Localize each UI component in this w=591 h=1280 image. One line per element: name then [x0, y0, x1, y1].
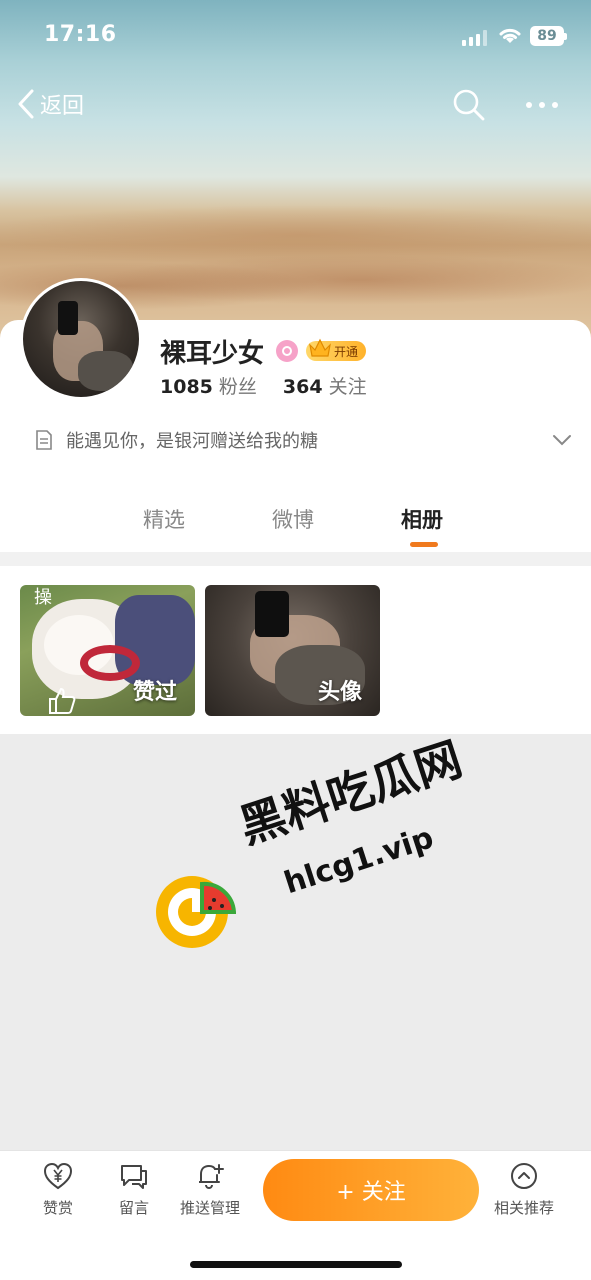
document-icon	[36, 430, 52, 450]
bio-text: 能遇见你，是银河赠送给我的糖	[66, 431, 318, 452]
profile-tabs: 精选 微博 相册	[0, 496, 591, 552]
related-recommend-button[interactable]: 相关推荐	[484, 1161, 564, 1218]
back-button[interactable]: 返回	[16, 84, 84, 124]
heart-yen-icon	[43, 1162, 73, 1190]
search-icon[interactable]	[452, 88, 486, 122]
album-tile-liked[interactable]: 操 赞过	[20, 585, 195, 716]
wifi-icon	[499, 28, 521, 43]
watermelon-logo-icon	[156, 876, 236, 948]
avatar[interactable]	[20, 278, 142, 400]
reward-button[interactable]: 赞赏	[18, 1161, 98, 1218]
follow-label: + 关注	[336, 1180, 406, 1205]
push-settings-button[interactable]: 推送管理	[170, 1161, 250, 1218]
vip-label: 开通	[334, 344, 359, 359]
more-icon[interactable]	[522, 88, 562, 122]
crown-icon	[309, 338, 331, 357]
nav-bar: 返回	[0, 80, 591, 130]
home-indicator	[190, 1261, 402, 1268]
following-label[interactable]: 关注	[329, 372, 367, 399]
profile-stats: 1085 粉丝 364 关注	[160, 372, 367, 399]
message-button[interactable]: 留言	[94, 1161, 174, 1218]
chevron-left-icon	[18, 89, 34, 119]
album-tile-label: 头像	[317, 680, 362, 705]
bell-plus-icon	[199, 1164, 224, 1190]
album-tile-avatar[interactable]: 头像	[205, 585, 380, 716]
watermark: 黑料吃瓜网 hlcg1.vip	[152, 731, 468, 960]
follow-button[interactable]: + 关注	[263, 1159, 479, 1221]
thumbs-up-icon	[49, 687, 76, 714]
tile-corner-text: 操	[34, 587, 52, 608]
following-count[interactable]: 364	[283, 376, 323, 398]
signal-icon	[462, 30, 488, 46]
tab-weibo[interactable]: 微博	[272, 504, 314, 534]
push-settings-label: 推送管理	[179, 1199, 240, 1217]
album-grid: 操 赞过 头像	[0, 566, 591, 734]
chat-bubble-icon	[121, 1165, 147, 1189]
battery-indicator: 89	[530, 26, 567, 46]
tab-indicator	[410, 542, 438, 547]
profile-name: 裸耳少女	[160, 338, 265, 369]
verified-badge-icon[interactable]	[276, 340, 299, 362]
chevron-down-icon[interactable]	[550, 428, 574, 452]
status-bar: 17:16 89	[0, 0, 591, 70]
status-time: 17:16	[44, 22, 117, 47]
section-divider	[0, 552, 591, 566]
album-tile-label: 赞过	[132, 680, 177, 705]
vip-badge[interactable]: 开通	[306, 338, 367, 361]
followers-count[interactable]: 1085	[160, 376, 213, 398]
chevron-up-circle-icon	[511, 1163, 537, 1189]
related-recommend-label: 相关推荐	[493, 1199, 554, 1217]
bio-row[interactable]: 能遇见你，是银河赠送给我的糖	[34, 426, 574, 454]
reward-label: 赞赏	[42, 1199, 73, 1217]
bottom-action-bar: 赞赏 留言 推送管理 + 关注 相关推荐	[0, 1150, 591, 1280]
message-label: 留言	[118, 1199, 149, 1217]
watermark-title: 黑料吃瓜网	[232, 731, 469, 854]
tab-featured[interactable]: 精选	[143, 504, 185, 534]
back-label: 返回	[40, 94, 85, 119]
followers-label[interactable]: 粉丝	[219, 372, 257, 399]
profile-name-row: 裸耳少女 开通	[160, 334, 367, 369]
tab-album[interactable]: 相册	[401, 504, 443, 534]
